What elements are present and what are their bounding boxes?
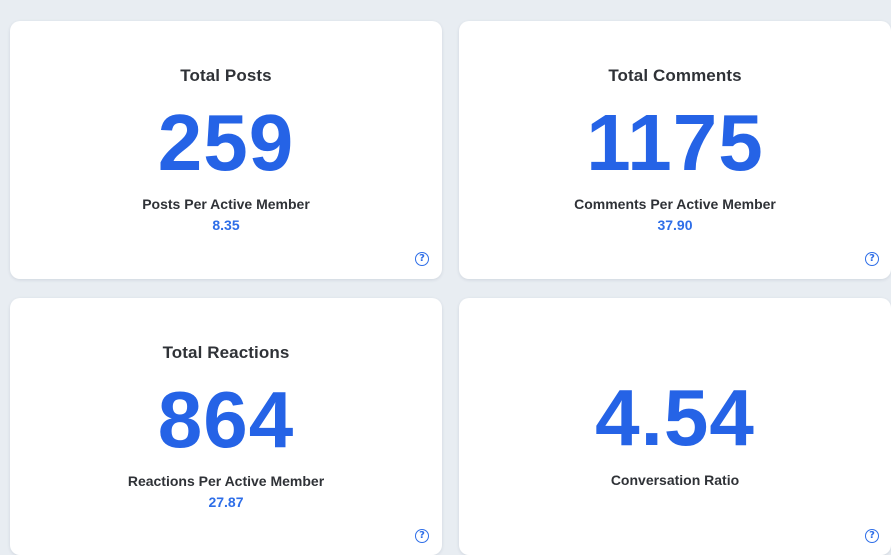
card-value: 1175 (586, 98, 764, 187)
help-icon[interactable]: ? (865, 529, 879, 543)
card-title: Total Reactions (162, 343, 290, 362)
conversation-ratio-card: 4.54 Conversation Ratio ? (459, 298, 891, 555)
card-title: Total Comments (608, 66, 742, 85)
total-comments-card: Total Comments 1175 Comments Per Active … (459, 21, 891, 279)
card-value: 864 (157, 375, 295, 464)
help-icon[interactable]: ? (415, 252, 429, 266)
card-title: Total Posts (180, 66, 272, 85)
help-icon[interactable]: ? (415, 529, 429, 543)
dashboard-canvas: Total Posts 259 Posts Per Active Member … (0, 0, 891, 555)
help-icon[interactable]: ? (865, 252, 879, 266)
card-value: 4.54 (595, 373, 755, 462)
card-value: 259 (157, 98, 295, 187)
total-reactions-card: Total Reactions 864 Reactions Per Active… (10, 298, 442, 555)
card-sublabel: Conversation Ratio (610, 472, 740, 488)
card-subvalue: 27.87 (208, 494, 244, 510)
card-sublabel: Comments Per Active Member (574, 196, 776, 212)
card-sublabel: Reactions Per Active Member (127, 473, 325, 489)
card-subvalue: 8.35 (212, 217, 240, 233)
card-sublabel: Posts Per Active Member (142, 196, 310, 212)
total-posts-card: Total Posts 259 Posts Per Active Member … (10, 21, 442, 279)
card-subvalue: 37.90 (657, 217, 693, 233)
